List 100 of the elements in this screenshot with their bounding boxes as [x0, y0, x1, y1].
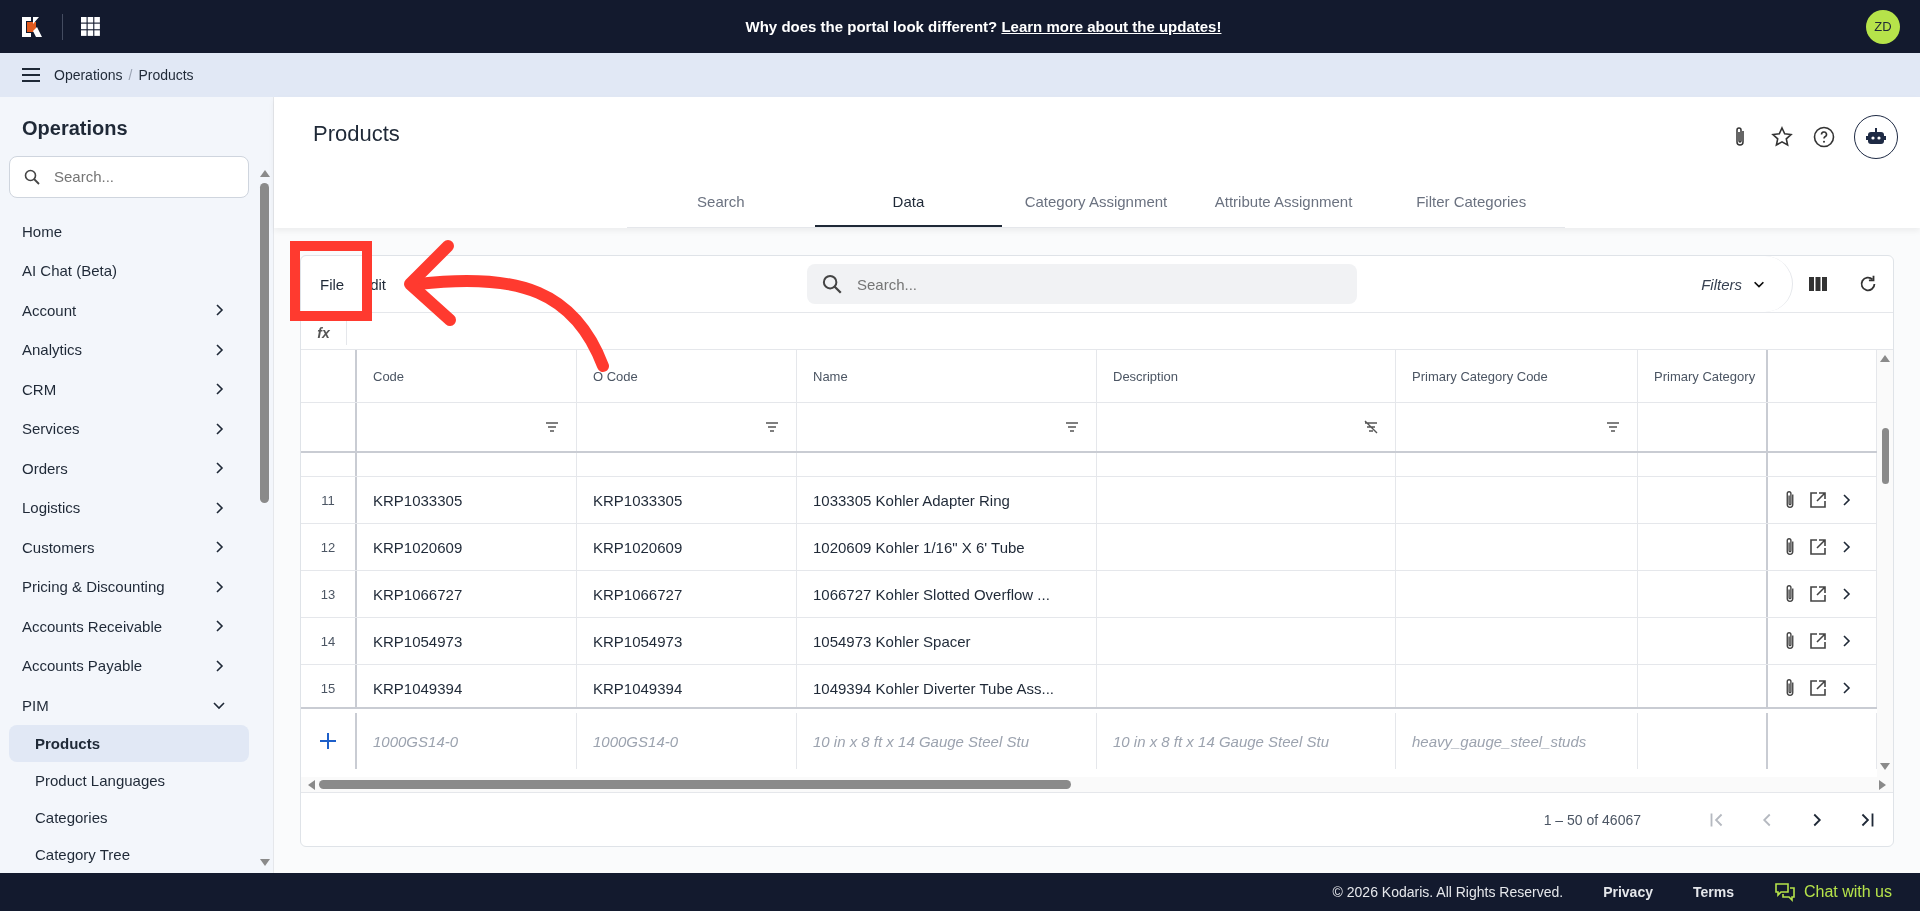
- nav-item[interactable]: Orders: [9, 448, 249, 488]
- filter-off-icon[interactable]: [1363, 419, 1379, 435]
- assistant-button[interactable]: [1854, 115, 1898, 159]
- page-range: 1 – 50 of 46067: [1543, 811, 1641, 828]
- placeholder-cell: 1000GS14-0: [373, 732, 459, 750]
- copyright-text: © 2026 Kodaris. All Rights Reserved.: [1332, 884, 1564, 900]
- nav-item[interactable]: PIM: [9, 685, 249, 725]
- breadcrumb-item[interactable]: Products: [138, 67, 194, 83]
- apps-grid-icon[interactable]: [81, 16, 101, 37]
- search-field[interactable]: Search...: [807, 264, 1357, 304]
- nav-item[interactable]: Products: [9, 725, 249, 762]
- column-header[interactable]: Name: [813, 368, 848, 384]
- nav-item[interactable]: Category Tree: [9, 836, 249, 873]
- help-icon[interactable]: [1812, 125, 1836, 149]
- updates-link[interactable]: Learn more about the updates!: [1001, 18, 1222, 35]
- column-header[interactable]: Description: [1113, 368, 1179, 384]
- nav-item[interactable]: Analytics: [9, 330, 249, 370]
- external-link-icon[interactable]: [1808, 584, 1828, 604]
- tab[interactable]: Data: [814, 177, 1003, 227]
- nav-item[interactable]: AI Chat (Beta): [9, 251, 249, 291]
- table-cell: 1020609 Kohler 1/16" X 6' Tube: [813, 538, 1025, 556]
- filters-dropdown[interactable]: Filters: [1681, 256, 1793, 312]
- scroll-up-icon[interactable]: [1880, 354, 1890, 362]
- filter-icon[interactable]: [1605, 419, 1621, 435]
- nav-item[interactable]: Accounts Payable: [9, 646, 249, 686]
- column-header[interactable]: Code: [373, 368, 405, 384]
- placeholder-cell: 1000GS14-0: [593, 732, 679, 750]
- row-number: 15: [320, 680, 336, 696]
- table-cell: KRP1049394: [593, 679, 683, 697]
- scrollbar-thumb[interactable]: [319, 780, 1071, 789]
- footer-link[interactable]: Privacy: [1603, 884, 1653, 900]
- tab[interactable]: Search: [627, 177, 815, 227]
- user-avatar[interactable]: ZD: [1866, 9, 1900, 44]
- filter-icon[interactable]: [764, 419, 780, 435]
- announcement-text: Why does the portal look different? Learn more about the updates!: [745, 18, 1222, 35]
- breadcrumb-separator: /: [128, 67, 133, 83]
- table-cell: 1049394 Kohler Diverter Tube Ass...: [813, 679, 1054, 697]
- nav-item[interactable]: Product Languages: [9, 762, 249, 799]
- nav-item[interactable]: Account: [9, 290, 249, 330]
- horizontal-scrollbar[interactable]: [301, 777, 1893, 793]
- scroll-left-icon[interactable]: [307, 779, 315, 790]
- nav-item[interactable]: Categories: [9, 799, 249, 836]
- nav-item[interactable]: Customers: [9, 527, 249, 567]
- star-icon[interactable]: [1770, 125, 1794, 149]
- placeholder-cell: 10 in x 8 ft x 14 Gauge Steel Stu: [1113, 732, 1329, 750]
- external-link-icon[interactable]: [1808, 490, 1828, 510]
- table-cell: 1033305 Kohler Adapter Ring: [813, 491, 1010, 509]
- table-cell: KRP1066727: [593, 585, 683, 603]
- sidebar-scrollbar[interactable]: [256, 97, 274, 873]
- scrollbar-thumb[interactable]: [1881, 428, 1889, 484]
- add-icon[interactable]: [318, 731, 338, 751]
- scrollbar-thumb[interactable]: [260, 183, 270, 503]
- table-cell: KRP1066727: [373, 585, 463, 603]
- table-cell: KRP1054973: [593, 632, 683, 650]
- tab[interactable]: Category Assignment: [1002, 177, 1190, 227]
- tab[interactable]: Filter Categories: [1377, 177, 1565, 227]
- scroll-down-icon[interactable]: [1880, 763, 1890, 771]
- table-cell: KRP1033305: [373, 491, 463, 509]
- external-link-icon[interactable]: [1808, 631, 1828, 651]
- table-cell: KRP1049394: [373, 679, 463, 697]
- column-header[interactable]: O Code: [593, 368, 638, 384]
- nav-item[interactable]: Accounts Receivable: [9, 606, 249, 646]
- table-cell: 1054973 Kohler Spacer: [813, 632, 971, 650]
- scroll-up-icon[interactable]: [259, 169, 270, 177]
- filter-icon[interactable]: [1064, 419, 1080, 435]
- row-number: 14: [320, 633, 336, 649]
- column-header[interactable]: Primary Category: [1654, 368, 1756, 384]
- placeholder-cell: heavy_gauge_steel_studs: [1412, 732, 1587, 750]
- row-number: 12: [320, 539, 336, 555]
- placeholder-cell: 10 in x 8 ft x 14 Gauge Steel Stu: [813, 732, 1029, 750]
- table-cell: KRP1020609: [593, 538, 683, 556]
- table-cell: KRP1020609: [373, 538, 463, 556]
- grid-scrollbar[interactable]: [1877, 350, 1893, 777]
- row-number: 13: [320, 586, 336, 602]
- scroll-down-icon[interactable]: [259, 859, 270, 867]
- sidebar-title: Operations: [22, 117, 129, 141]
- nav-item[interactable]: Services: [9, 409, 249, 449]
- nav-item[interactable]: Pricing & Discounting: [9, 567, 249, 607]
- chat-button[interactable]: Chat with us: [1773, 882, 1892, 902]
- search-field[interactable]: Search...: [9, 155, 249, 198]
- menu-icon[interactable]: [22, 68, 40, 82]
- nav-item[interactable]: Home: [9, 211, 249, 251]
- table-cell: KRP1033305: [593, 491, 683, 509]
- footer-link[interactable]: Terms: [1692, 884, 1734, 900]
- formula-label: fx: [301, 313, 347, 345]
- search-icon: [24, 168, 40, 185]
- tab[interactable]: Attribute Assignment: [1189, 177, 1378, 227]
- scroll-right-icon[interactable]: [1879, 779, 1887, 790]
- nav-item[interactable]: CRM: [9, 369, 249, 409]
- breadcrumb-item[interactable]: Operations: [54, 67, 123, 83]
- table-cell: 1066727 Kohler Slotted Overflow ...: [813, 585, 1050, 603]
- filter-icon[interactable]: [544, 419, 560, 435]
- external-link-icon[interactable]: [1808, 537, 1828, 557]
- logo-icon[interactable]: [20, 14, 44, 39]
- page-title: Products: [313, 121, 400, 147]
- nav-item[interactable]: Logistics: [9, 488, 249, 528]
- external-link-icon[interactable]: [1808, 678, 1828, 698]
- column-header[interactable]: Primary Category Code: [1412, 368, 1548, 384]
- row-number: 11: [321, 492, 335, 508]
- menu-item[interactable]: File: [320, 275, 345, 293]
